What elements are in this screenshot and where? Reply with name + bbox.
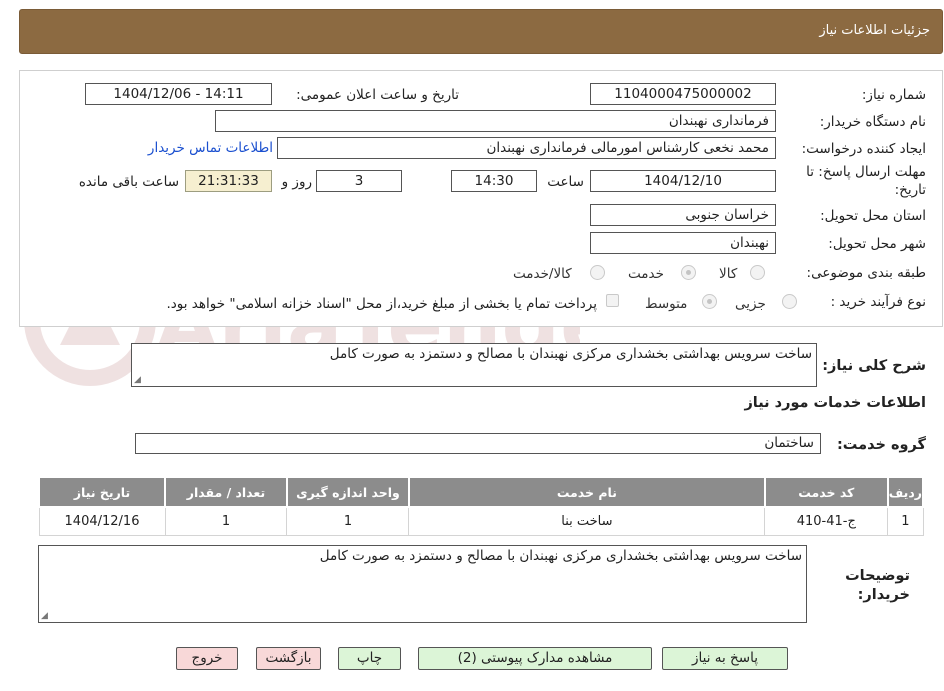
treasury-payment-note: پرداخت تمام یا بخشی از مبلغ خرید،از محل … (166, 296, 597, 312)
col-row-header: ردیف (886, 476, 925, 508)
services-table-header: ردیف کد خدمت نام خدمت واحد اندازه گیری ت… (38, 476, 925, 508)
treasury-payment-checkbox[interactable] (606, 294, 619, 307)
table-row: 1 ج-41-410 ساخت بنا 1 1 1404/12/16 (38, 506, 924, 536)
summary-textarea[interactable]: ساخت سرویس بهداشتی بخشداری مرکزی نهبندان… (131, 343, 817, 387)
service-code-cell: ج-41-410 (764, 506, 889, 536)
time-left-label: ساعت باقی مانده (78, 174, 179, 190)
row-number-cell: 1 (887, 506, 924, 536)
service-group-label: گروه خدمت: (836, 437, 926, 453)
view-documents-button[interactable]: مشاهده مدارک پیوستی (2) (418, 647, 652, 670)
city-field: نهبندان (590, 232, 776, 254)
buyer-notes-textarea[interactable]: ساخت سرویس بهداشتی بخشداری مرکزی نهبندان… (38, 545, 807, 623)
city-label: شهر محل تحویل: (828, 236, 926, 252)
category-label: طبقه بندی موضوعی: (806, 265, 926, 281)
buyer-org-field: فرمانداری نهبندان (215, 110, 776, 132)
need-number-field: 1104000475000002 (590, 83, 776, 105)
col-name-header: نام خدمت (407, 476, 766, 508)
category-radio-service[interactable] (681, 265, 696, 280)
page-title: جزئیات اطلاعات نیاز (819, 23, 930, 38)
creator-label: ایجاد کننده درخواست: (801, 141, 926, 157)
buyer-notes-text: ساخت سرویس بهداشتی بخشداری مرکزی نهبندان… (319, 548, 802, 564)
category-radio-goods[interactable] (750, 265, 765, 280)
days-label: روز و (281, 174, 312, 190)
creator-field: محمد نخعی کارشناس امورمالی فرمانداری نهب… (277, 137, 776, 159)
category-option-goods-service: کالا/خدمت (513, 266, 572, 282)
back-button[interactable]: بازگشت (256, 647, 321, 670)
services-table: ردیف کد خدمت نام خدمت واحد اندازه گیری ت… (38, 476, 925, 536)
col-unit-header: واحد اندازه گیری (285, 476, 410, 508)
deadline-label: مهلت ارسال پاسخ: تا (806, 164, 926, 180)
need-date-cell: 1404/12/16 (38, 506, 166, 536)
service-name-cell: ساخت بنا (408, 506, 766, 536)
col-qty-header: تعداد / مقدار (164, 476, 288, 508)
info-panel (19, 70, 943, 327)
services-section-title: اطلاعات خدمات مورد نیاز (744, 395, 926, 411)
buyer-contact-link[interactable]: اطلاعات تماس خریدار (148, 140, 273, 156)
buyer-org-label: نام دستگاه خریدار: (819, 114, 926, 130)
buyer-notes-label: توضیحات (845, 568, 910, 584)
process-radio-medium[interactable] (702, 294, 717, 309)
page-header: جزئیات اطلاعات نیاز (19, 9, 943, 54)
summary-label: شرح کلی نیاز: (822, 358, 926, 374)
need-number-label: شماره نیاز: (861, 87, 926, 103)
quantity-cell: 1 (164, 506, 288, 536)
province-label: استان محل تحویل: (820, 208, 926, 224)
announce-label: تاریخ و ساعت اعلان عمومی: (296, 87, 459, 103)
resize-grip-icon[interactable]: ◢ (41, 611, 48, 621)
summary-text: ساخت سرویس بهداشتی بخشداری مرکزی نهبندان… (329, 346, 812, 362)
process-option-minor: جزیی (735, 296, 766, 312)
col-code-header: کد خدمت (763, 476, 889, 508)
hour-label: ساعت (547, 174, 584, 190)
deadline-date-field: 1404/12/10 (590, 170, 776, 192)
resize-grip-icon[interactable]: ◢ (134, 375, 141, 385)
exit-button[interactable]: خروج (176, 647, 238, 670)
reply-button[interactable]: پاسخ به نیاز (662, 647, 788, 670)
process-label: نوع فرآیند خرید : (830, 294, 926, 310)
unit-cell: 1 (286, 506, 410, 536)
category-option-service: خدمت (628, 266, 664, 282)
deadline-time-field: 14:30 (451, 170, 537, 192)
category-option-goods: کالا (719, 266, 738, 282)
buyer-notes-label-2: خریدار: (857, 587, 910, 603)
process-radio-minor[interactable] (782, 294, 797, 309)
col-date-header: تاریخ نیاز (38, 476, 166, 508)
announce-datetime-field: 1404/12/06 - 14:11 (85, 83, 272, 105)
province-field: خراسان جنوبی (590, 204, 776, 226)
service-group-field: ساختمان (135, 433, 821, 454)
process-option-medium: متوسط (645, 296, 688, 312)
print-button[interactable]: چاپ (338, 647, 401, 670)
days-field: 3 (316, 170, 402, 192)
time-left-field: 21:31:33 (185, 170, 272, 192)
deadline-label-2: تاریخ: (894, 182, 926, 198)
category-radio-goods-service[interactable] (590, 265, 605, 280)
